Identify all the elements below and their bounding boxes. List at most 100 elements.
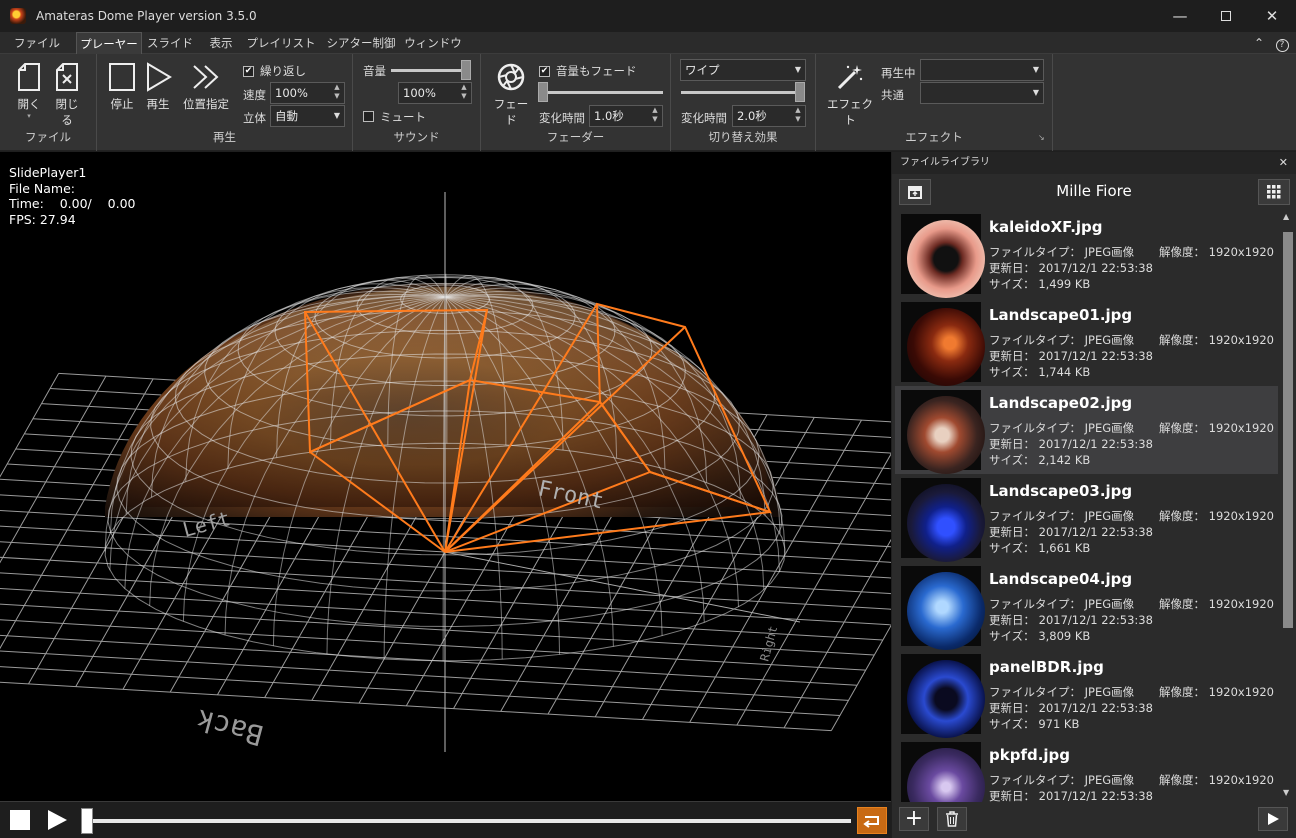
seek-thumb[interactable] [81, 808, 93, 834]
volume-slider-thumb[interactable] [461, 60, 471, 80]
file-type-label: ファイルタイプ： [989, 685, 1081, 699]
file-size-value: 1,499 KB [1038, 277, 1091, 291]
transition-time-input[interactable]: 2.0秒 ▲ ▼ [732, 105, 806, 127]
fade-slider-thumb[interactable] [538, 82, 548, 102]
time-label: Time: [9, 196, 44, 211]
transition-slider-thumb[interactable] [795, 82, 805, 102]
file-resolution-label: 解像度： [1159, 509, 1205, 523]
thumbnail-frame [901, 302, 985, 386]
scrollbar-thumb[interactable] [1283, 232, 1293, 628]
scroll-down-icon[interactable]: ▼ [1283, 788, 1289, 797]
seek-track[interactable] [86, 819, 851, 823]
list-item[interactable]: Landscape01.jpg ファイルタイプ： JPEG画像 更新日： 201… [895, 298, 1278, 386]
dome-viewport[interactable]: Front Left Back Right [0, 152, 891, 801]
list-item[interactable]: Landscape03.jpg ファイルタイプ： JPEG画像 更新日： 201… [895, 474, 1278, 562]
speed-spinner[interactable]: ▲ ▼ [330, 83, 344, 103]
thumbnail [907, 308, 985, 386]
thumbnail [907, 484, 985, 562]
seek-button[interactable]: 位置指定 [181, 62, 231, 112]
scrollbar[interactable]: ▲ ▼ [1280, 210, 1296, 802]
library-play-button[interactable] [1258, 807, 1288, 831]
playing-effect-select[interactable]: ▼ [920, 59, 1044, 81]
close-button[interactable]: ✕ [1249, 0, 1295, 32]
transport-stop-icon[interactable] [10, 810, 30, 830]
loop-checkbox[interactable]: ✔ [243, 66, 254, 77]
volume-slider[interactable] [391, 69, 466, 72]
file-date-value: 2017/12/1 22:53:38 [1038, 437, 1153, 451]
title-bar: Amateras Dome Player version 3.5.0 — ✕ [0, 0, 1296, 32]
grid-line [0, 650, 849, 701]
list-item[interactable]: Landscape02.jpg ファイルタイプ： JPEG画像 更新日： 201… [895, 386, 1278, 474]
file-size: サイズ： 3,809 KB [989, 628, 1090, 644]
fade-time-label: 変化時間 [539, 111, 585, 125]
stereo-select[interactable]: 自動 ▼ [270, 105, 345, 127]
repeat-button[interactable] [857, 807, 887, 834]
fade-volume-checkbox[interactable]: ✔ [539, 66, 550, 77]
thumbnail [907, 748, 985, 802]
grid-line [0, 681, 832, 732]
list-item[interactable]: kaleidoXF.jpg ファイルタイプ： JPEG画像 更新日： 2017/… [895, 210, 1278, 298]
tab-window[interactable]: ウィンドウ [404, 32, 462, 54]
scroll-up-icon[interactable]: ▲ [1283, 212, 1289, 221]
tab-file[interactable]: ファイル [8, 32, 66, 54]
tab-view[interactable]: 表示 [200, 32, 242, 54]
minimize-button[interactable]: — [1157, 0, 1203, 32]
file-size: サイズ： 1,499 KB [989, 276, 1090, 292]
file-size-label: サイズ： [989, 541, 1035, 555]
add-file-button[interactable]: + [899, 807, 929, 831]
grid-view-button[interactable] [1258, 179, 1290, 205]
fade-time-input[interactable]: 1.0秒 ▲ ▼ [589, 105, 663, 127]
fade-slider[interactable] [539, 91, 663, 94]
file-resolution: 解像度： 1920x1920 [1159, 332, 1274, 348]
list-item[interactable]: Landscape04.jpg ファイルタイプ： JPEG画像 更新日： 201… [895, 562, 1278, 650]
dialog-launcher-icon[interactable]: ↘ [1038, 133, 1045, 142]
open-file-icon [18, 63, 40, 91]
play-button[interactable]: 再生 [143, 62, 173, 112]
tab-theater[interactable]: シアター制御 [322, 32, 400, 54]
speed-input[interactable]: 100% ▲ ▼ [270, 82, 345, 104]
volume-spinner[interactable]: ▲ ▼ [457, 83, 471, 103]
tab-player[interactable]: プレーヤー [76, 32, 142, 54]
volume-input[interactable]: 100% ▲ ▼ [398, 82, 472, 104]
tab-slide[interactable]: スライド [144, 32, 196, 54]
file-date: 更新日： 2017/12/1 22:53:38 [989, 612, 1153, 628]
file-name: Landscape01.jpg [989, 306, 1133, 324]
close-file-button[interactable]: 閉じる [50, 62, 84, 128]
file-size: サイズ： 1,661 KB [989, 540, 1090, 556]
transition-effect-select[interactable]: ワイプ ▼ [680, 59, 806, 81]
file-size-value: 2,142 KB [1038, 453, 1091, 467]
close-file-icon [56, 63, 78, 91]
file-date: 更新日： 2017/12/1 22:53:38 [989, 348, 1153, 364]
collapse-ribbon-icon[interactable]: ⌃ [1250, 32, 1268, 54]
chevron-down-icon: ▼ [794, 65, 801, 74]
thumbnail-frame [901, 742, 985, 802]
grid-line [0, 666, 840, 717]
transition-slider[interactable] [681, 91, 805, 94]
grid-line [0, 634, 858, 686]
transport-play-icon[interactable] [46, 809, 68, 831]
play-group: 停止 再生 位置指定 ✔ 繰り返し 速度 100% ▲ ▼ 立体 自動 ▼ 再生 [97, 54, 353, 151]
help-icon[interactable]: ? [1273, 32, 1291, 54]
list-item[interactable]: pkpfd.jpg ファイルタイプ： JPEG画像 更新日： 2017/12/1… [895, 738, 1278, 802]
stop-button[interactable]: 停止 [107, 62, 137, 112]
chevron-down-icon: ▼ [333, 111, 340, 120]
library-panel-title: ファイルライブラリ [900, 157, 990, 168]
open-button[interactable]: 開く ▾ [12, 62, 46, 120]
list-item[interactable]: panelBDR.jpg ファイルタイプ： JPEG画像 更新日： 2017/1… [895, 650, 1278, 738]
fade-time-spinner[interactable]: ▲ ▼ [648, 106, 662, 126]
thumbnail [907, 660, 985, 738]
common-effect-select[interactable]: ▼ [920, 82, 1044, 104]
effect-button[interactable]: エフェクト [824, 62, 876, 128]
file-name-label: File Name: [9, 180, 75, 196]
tab-playlist[interactable]: プレイリスト [246, 32, 316, 54]
fade-button[interactable]: フェード [491, 62, 531, 128]
maximize-button[interactable] [1203, 0, 1249, 32]
file-date-value: 2017/12/1 22:53:38 [1038, 789, 1153, 802]
aperture-icon [497, 63, 525, 91]
close-panel-icon[interactable]: ✕ [1279, 152, 1288, 174]
file-date-label: 更新日： [989, 525, 1035, 539]
mute-checkbox[interactable] [363, 111, 374, 122]
transition-time-spinner[interactable]: ▲ ▼ [791, 106, 805, 126]
file-date-value: 2017/12/1 22:53:38 [1038, 701, 1153, 715]
delete-file-button[interactable] [937, 807, 967, 831]
